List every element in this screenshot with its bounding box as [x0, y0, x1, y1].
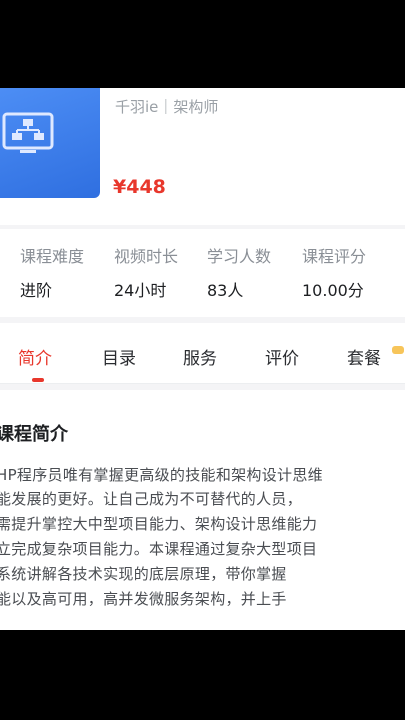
stat-label: 视频时长 [114, 247, 179, 266]
package-badge [392, 346, 404, 354]
intro-line: 能以及高可用，高并发微服务架构，并上手 [0, 590, 287, 608]
course-stats: 课程难度 进阶 视频时长 24小时 学习人数 83人 课程评分 10.00分 [0, 229, 405, 317]
tab-intro[interactable]: 简介 [18, 344, 52, 369]
intro-title: 课程简介 [0, 424, 68, 445]
architecture-diagram-icon [2, 112, 54, 153]
stat-value: 10.00分 [302, 281, 364, 300]
course-intro-section: 课程简介 HP程序员唯有掌握更高级的技能和架构设计思维 能发展的更好。让自己成为… [0, 390, 405, 630]
stat-value: 83人 [207, 281, 244, 300]
course-thumbnail[interactable] [0, 88, 100, 198]
intro-line: 能发展的更好。让自己成为不可替代的人员， [0, 490, 303, 508]
intro-line: 立完成复杂项目能力。本课程通过复杂大型项目 [0, 540, 318, 558]
intro-line: 系统讲解各技术实现的底层原理，带你掌握 [0, 565, 287, 583]
stat-label: 课程评分 [302, 247, 367, 266]
course-tabs: 简介 目录 服务 评价 套餐 [0, 323, 405, 384]
tab-catalog[interactable]: 目录 [102, 344, 136, 369]
stat-value: 24小时 [114, 281, 167, 300]
tab-service[interactable]: 服务 [183, 344, 217, 369]
stat-label: 课程难度 [20, 247, 85, 266]
tab-package[interactable]: 套餐 [347, 344, 381, 369]
stat-label: 学习人数 [207, 247, 272, 266]
tab-review[interactable]: 评价 [265, 344, 299, 369]
stat-value: 进阶 [20, 281, 53, 300]
course-price: ¥448 [113, 176, 166, 198]
teacher-label: 千羽ie｜架构师 [115, 98, 219, 116]
intro-line: 需提升掌控大中型项目能力、架构设计思维能力 [0, 515, 318, 533]
active-tab-indicator [32, 378, 44, 382]
intro-line: HP程序员唯有掌握更高级的技能和架构设计思维 [0, 466, 323, 484]
course-detail-screen: 千羽ie｜架构师 ¥448 课程难度 进阶 视频时长 24小时 学习人数 83人… [0, 88, 405, 630]
course-header-card[interactable]: 千羽ie｜架构师 ¥448 [0, 88, 405, 225]
